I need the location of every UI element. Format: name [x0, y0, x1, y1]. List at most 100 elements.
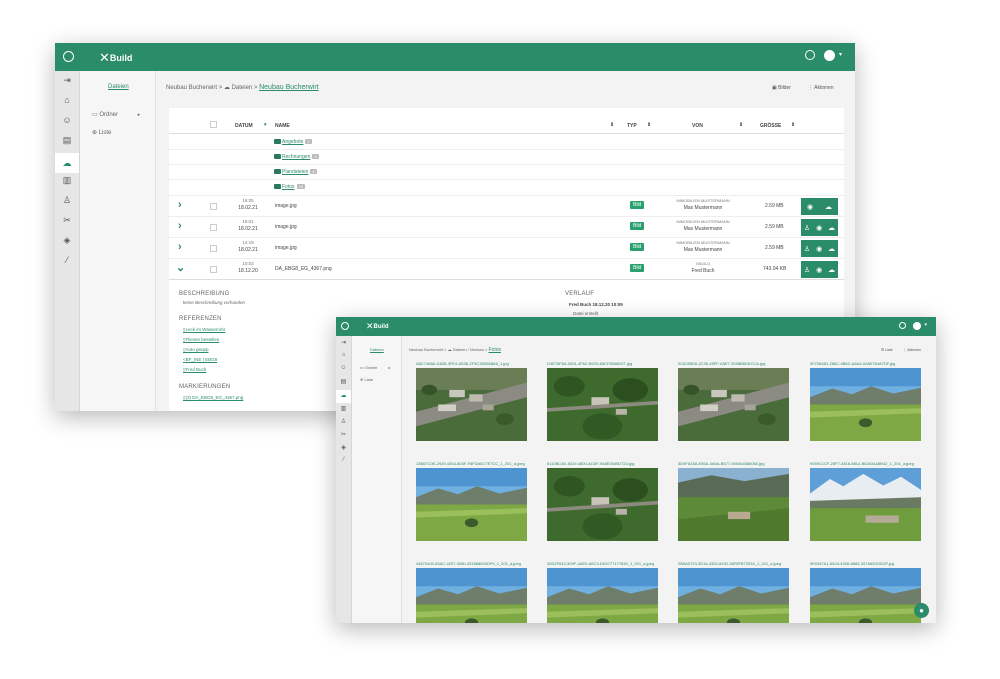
sort-icon[interactable]: ⇕	[739, 122, 743, 128]
photo-filename[interactable]: A8C7468A-D826-4FE4-8D38-2F3C1B5568A6_1.j…	[416, 361, 527, 366]
avatar-icon[interactable]	[913, 322, 921, 330]
breadcrumb-current[interactable]: Neubau Bucherwirt	[259, 84, 319, 91]
photo-thumbnail[interactable]	[416, 368, 527, 441]
chevron-right-icon[interactable]: ›	[178, 220, 182, 232]
chat-icon[interactable]: ●	[914, 603, 929, 618]
breadcrumb-files[interactable]: Dateien / Neubau	[453, 347, 484, 352]
folder-row[interactable]: Rechnungen 3	[169, 150, 844, 165]
photo-filename[interactable]: 44670400-65AC-4207-905b-331668540DF9_1_2…	[416, 561, 527, 566]
photo-filename[interactable]: 3D9F62A8-E56A-4A6A-B577-905464586060.jpg	[678, 461, 789, 466]
photo-thumbnail[interactable]	[416, 568, 527, 623]
sort-icon[interactable]: ⇕	[791, 122, 795, 128]
photo-filename[interactable]: 90755A81-286C-4B6C-A6A4-0A60784A7DF.jpg	[810, 361, 921, 366]
images-button[interactable]: ▣ Bilder	[772, 85, 791, 91]
tab-files[interactable]: Dateien	[370, 347, 384, 352]
breadcrumb-project[interactable]: Neubau Bucherwirt	[409, 347, 443, 352]
photo-thumbnail[interactable]	[416, 468, 527, 541]
actions-button[interactable]: ⋮ Aktionen	[903, 348, 921, 352]
reference-link[interactable]: <BF_INE | EBG8	[183, 357, 217, 362]
folder-link[interactable]: Plandateien 4	[274, 169, 317, 175]
chevron-right-icon[interactable]: ›	[178, 241, 182, 253]
row-checkbox[interactable]	[210, 203, 217, 210]
table-row[interactable]: › 16:05 18.02.21 image.jpg Bild IMMOBILI…	[169, 196, 844, 217]
chevron-down-icon[interactable]: ▾	[839, 51, 842, 58]
row-name[interactable]: image.jpg	[275, 224, 297, 230]
chevron-down-icon[interactable]: ▾	[924, 322, 927, 328]
photo-thumbnail[interactable]	[678, 568, 789, 623]
logout-icon[interactable]: ⇥	[336, 339, 351, 346]
row-name[interactable]: image.jpg	[275, 203, 297, 209]
photo-filename[interactable]: 6110BC4D-8319-4800-AC6F-9A8E0545D724.jpg	[547, 461, 658, 466]
tools-icon[interactable]: ✂	[55, 215, 79, 226]
sort-icon[interactable]: ⇕	[647, 122, 651, 128]
visibility-icon[interactable]: ◉	[816, 245, 822, 253]
user-icon[interactable]: ♙	[804, 224, 810, 232]
contacts-icon[interactable]: ☺	[55, 115, 79, 125]
photo-thumbnail[interactable]	[810, 568, 921, 623]
photo-filename[interactable]: 9E0367A1-6624-4908-8683-347A6531002F.jpg	[810, 561, 921, 566]
download-icon[interactable]: ☁	[828, 224, 835, 232]
header-from[interactable]: VON	[692, 123, 703, 129]
list-tree-item[interactable]: ⊕ Liste	[92, 129, 111, 136]
select-all-checkbox[interactable]	[210, 121, 217, 128]
document-icon[interactable]: ▤	[55, 135, 79, 146]
wand-icon[interactable]: ⁄	[55, 255, 79, 265]
map-icon[interactable]: ▥	[336, 405, 351, 412]
photo-filename[interactable]: D4E76F6A-2691-4F62-B925-4BCF8548D07.jpg	[547, 361, 658, 366]
chevron-down-icon[interactable]: ⌄	[176, 261, 185, 274]
photo-thumbnail[interactable]	[547, 568, 658, 623]
folder-link[interactable]: Fotos 10	[274, 184, 305, 190]
visibility-icon[interactable]: ◉	[807, 203, 813, 211]
folder-link[interactable]: Rechnungen 3	[274, 154, 319, 160]
contacts-icon[interactable]: ☺	[336, 365, 351, 371]
breadcrumb-files[interactable]: Dateien	[232, 85, 253, 91]
visibility-icon[interactable]: ◉	[816, 266, 822, 274]
breadcrumb-current[interactable]: Fotos	[488, 347, 501, 353]
photo-filename[interactable]: 9059C1CF-25F7-4818-8814-B62634A8B42_1_20…	[810, 461, 921, 466]
folder-tree-item[interactable]: ▭ Ordner ▸	[92, 111, 140, 118]
folder-tree-item[interactable]: ▭ Ordner ▸	[360, 365, 391, 370]
reference-link[interactable]: ▯Fliesen bestellen	[183, 337, 219, 343]
user-icon[interactable]: ♙	[804, 266, 810, 274]
reference-link[interactable]: ▯Fred Buch	[183, 367, 206, 373]
table-row[interactable]: › 14:19 18.02.21 image.jpg Bild IMMOBILI…	[169, 238, 844, 259]
user-icon[interactable]: ♙	[55, 195, 79, 206]
document-icon[interactable]: ▤	[336, 378, 351, 385]
row-name[interactable]: DA_EBG8_EG_4367.png	[275, 266, 332, 272]
photo-thumbnail[interactable]	[678, 368, 789, 441]
row-checkbox[interactable]	[210, 266, 217, 273]
cloud-icon[interactable]: ☁	[55, 153, 79, 173]
download-icon[interactable]: ☁	[828, 245, 835, 253]
header-date[interactable]: DATUM	[235, 123, 253, 129]
chevron-right-icon[interactable]: ›	[178, 199, 182, 211]
layers-icon[interactable]: ◈	[336, 444, 351, 451]
cloud-icon[interactable]: ☁	[336, 390, 351, 403]
photo-thumbnail[interactable]	[810, 468, 921, 541]
breadcrumb-project[interactable]: Neubau Bucherwirt	[166, 85, 217, 91]
photo-thumbnail[interactable]	[547, 468, 658, 541]
list-tree-item[interactable]: ⊕ Liste	[360, 377, 373, 382]
reference-link[interactable]: ▯Auto geupp	[183, 347, 209, 353]
wand-icon[interactable]: ⁄	[336, 457, 351, 463]
table-row[interactable]: › 16:01 18.02.21 image.jpg Bild IMMOBILI…	[169, 217, 844, 238]
photo-filename[interactable]: 2B5A0723-3D16-4352-8432-38F8FB72534_1_20…	[678, 561, 789, 566]
layers-icon[interactable]: ◈	[55, 235, 79, 246]
download-icon[interactable]: ☁	[825, 203, 832, 211]
photo-filename[interactable]: 30D2F643-309F-4AE0-A6C3-DA5777177830_1_2…	[547, 561, 658, 566]
photo-thumbnail[interactable]	[547, 368, 658, 441]
row-checkbox[interactable]	[210, 224, 217, 231]
visibility-icon[interactable]: ◉	[816, 224, 822, 232]
home-icon[interactable]: ⌂	[55, 95, 79, 105]
tools-icon[interactable]: ✂	[336, 431, 351, 438]
folder-link[interactable]: Angebote 2	[274, 139, 312, 145]
home-icon[interactable]: ⌂	[336, 352, 351, 358]
photo-thumbnail[interactable]	[678, 468, 789, 541]
folder-row[interactable]: Plandateien 4	[169, 165, 844, 180]
header-type[interactable]: TYP	[627, 123, 637, 129]
download-icon[interactable]: ☁	[828, 266, 835, 274]
menu-icon[interactable]	[63, 51, 74, 62]
search-icon[interactable]	[899, 322, 906, 329]
photo-filename[interactable]: 13B57C0E-2929-4304-803F-F8FDA5C7E7CC_1_2…	[416, 461, 527, 466]
user-icon[interactable]: ♙	[336, 418, 351, 425]
search-icon[interactable]	[805, 50, 815, 60]
